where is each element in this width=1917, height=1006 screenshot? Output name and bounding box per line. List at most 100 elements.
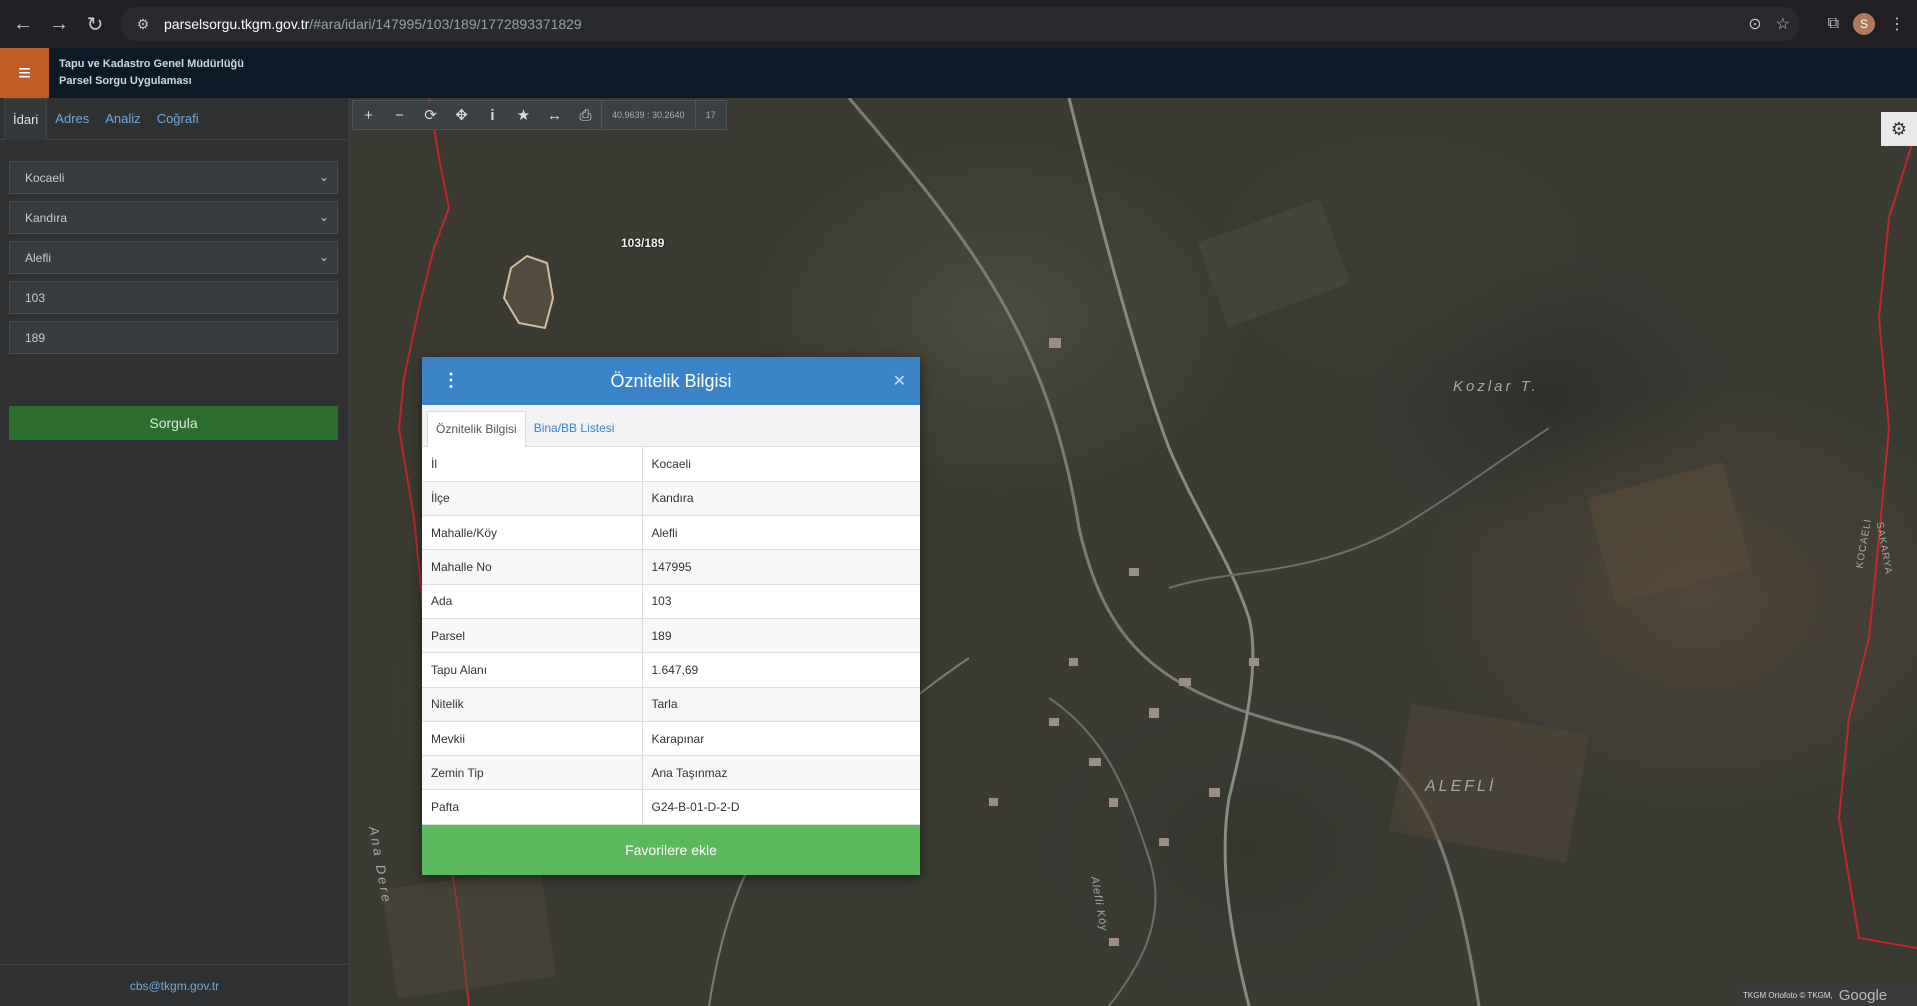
search-tabs: İdari Adres Analiz Coğrafi: [0, 98, 348, 140]
attribute-key: Parsel: [422, 618, 643, 654]
tab-analiz[interactable]: Analiz: [97, 98, 148, 140]
tab-adres[interactable]: Adres: [47, 98, 97, 140]
tab-bina-bb-listesi[interactable]: Bina/BB Listesi: [526, 411, 623, 447]
il-select[interactable]: Kocaeli ⌄: [9, 161, 338, 194]
contact-email-link[interactable]: cbs@tkgm.gov.tr: [0, 964, 349, 1006]
extensions-icon[interactable]: ⧉: [1828, 15, 1839, 33]
table-row: Tapu Alanı 1.647,69: [422, 652, 920, 688]
org-name: Tapu ve Kadastro Genel Müdürlüğü: [59, 58, 244, 70]
table-row: Pafta G24-B-01-D-2-D: [422, 789, 920, 825]
table-row: İlçe Kandıra: [422, 481, 920, 517]
print-icon[interactable]: ⎙: [570, 101, 601, 129]
mahalle-select-value: Alefli: [25, 250, 52, 265]
browser-menu-icon[interactable]: ⋮: [1889, 14, 1905, 34]
parsel-input-value: 189: [25, 330, 46, 345]
ada-input[interactable]: 103: [9, 281, 338, 314]
attribute-key: Pafta: [422, 789, 643, 825]
attribute-value: Kandıra: [642, 481, 920, 517]
parcel-polygon[interactable]: [502, 254, 555, 330]
tab-cografi[interactable]: Coğrafi: [149, 98, 207, 140]
attribute-key: İl: [422, 447, 643, 482]
ilce-select-value: Kandıra: [25, 210, 68, 225]
dialog-title: Öznitelik Bilgisi: [610, 370, 732, 391]
gear-icon[interactable]: ⚙: [1881, 112, 1917, 146]
place-label: ALEFLİ: [1425, 778, 1497, 795]
attribute-value: 147995: [642, 549, 920, 585]
attribute-key: Ada: [422, 584, 643, 619]
forward-icon[interactable]: →: [42, 7, 76, 41]
field-patch: [1197, 198, 1351, 328]
bookmark-star-icon[interactable]: ☆: [1776, 14, 1790, 34]
place-label: Kozlar T.: [1453, 378, 1539, 395]
attribute-value: Karapınar: [642, 721, 920, 757]
attribute-value: 1.647,69: [642, 652, 920, 688]
attribute-value: Ana Taşınmaz: [642, 755, 920, 791]
attribute-value: 103: [642, 584, 920, 619]
plus-icon[interactable]: +: [353, 101, 384, 129]
field-patch: [1587, 461, 1751, 605]
attribute-value: 189: [642, 618, 920, 654]
mahalle-select[interactable]: Alefli ⌄: [9, 241, 338, 274]
attribute-key: Zemin Tip: [422, 755, 643, 791]
attribution-text: TKGM Ortofoto © TKGM,: [1743, 990, 1833, 1000]
attribute-key: Mevkii: [422, 721, 643, 757]
reload-icon[interactable]: ↻: [78, 7, 112, 41]
attribute-value: Alefli: [642, 515, 920, 551]
chevron-down-icon: ⌄: [318, 250, 329, 264]
attribute-value: Tarla: [642, 687, 920, 722]
table-row: Nitelik Tarla: [422, 687, 920, 722]
parcel-label: 103/189: [621, 236, 665, 250]
map-road: [847, 98, 1481, 1006]
tab-idari[interactable]: İdari: [4, 98, 48, 140]
refresh-icon[interactable]: ⟳: [415, 101, 446, 129]
attribute-table: İl Kocaeli İlçe Kandıra Mahalle/Köy Alefli Mah…: [422, 447, 920, 825]
attribute-value: Kocaeli: [642, 447, 920, 482]
search-sidebar: İdari Adres Analiz Coğrafi Kocaeli ⌄ Kan…: [0, 98, 349, 1006]
chevron-down-icon: ⌄: [318, 210, 329, 224]
crosshair-icon[interactable]: ✥: [446, 101, 477, 129]
table-row: Mahalle No 147995: [422, 549, 920, 585]
field-patch: [382, 867, 556, 999]
star-icon[interactable]: ★: [508, 101, 539, 129]
add-to-favorites-button[interactable]: Favorilere ekle: [422, 824, 920, 875]
address-bar[interactable]: ⚙ parselsorgu.tkgm.gov.tr/#ara/idari/147…: [120, 7, 1800, 41]
table-row: Parsel 189: [422, 618, 920, 654]
url-text[interactable]: parselsorgu.tkgm.gov.tr/#ara/idari/14799…: [164, 16, 582, 32]
profile-avatar[interactable]: S: [1853, 13, 1875, 35]
measure-icon[interactable]: ↔: [539, 101, 570, 129]
attribute-key: İlçe: [422, 481, 643, 517]
attribute-key: Mahalle No: [422, 549, 643, 585]
map-road: [1048, 697, 1157, 1006]
sorgula-button[interactable]: Sorgula: [9, 406, 338, 440]
site-info-icon[interactable]: ⚙: [128, 16, 158, 33]
table-row: Mahalle/Köy Alefli: [422, 515, 920, 551]
table-row: İl Kocaeli: [422, 447, 920, 482]
more-options-icon[interactable]: ⋮: [442, 370, 460, 391]
attribute-info-dialog: ⋮ Öznitelik Bilgisi ✕ Öznitelik Bilgisi …: [422, 357, 920, 875]
app-name: Parsel Sorgu Uygulaması: [59, 75, 192, 87]
il-select-value: Kocaeli: [25, 170, 65, 185]
tab-oznitelik-bilgisi[interactable]: Öznitelik Bilgisi: [427, 411, 526, 447]
map-attribution: TKGM Ortofoto © TKGM, Google: [1739, 984, 1917, 1006]
dialog-tabs: Öznitelik Bilgisi Bina/BB Listesi: [422, 405, 920, 447]
app-header: ≡ Tapu ve Kadastro Genel Müdürlüğü Parse…: [0, 48, 1917, 98]
app-title: Tapu ve Kadastro Genel Müdürlüğü Parsel …: [59, 56, 244, 90]
dialog-header: ⋮ Öznitelik Bilgisi ✕: [422, 357, 920, 405]
ilce-select[interactable]: Kandıra ⌄: [9, 201, 338, 234]
map-toolbar: + − ⟳ ✥ i ★ ↔ ⎙ 40.9639 : 30.2640 17: [352, 100, 727, 130]
chevron-down-icon: ⌄: [318, 170, 329, 184]
zoom-level-readout: 17: [694, 101, 726, 129]
hamburger-menu-icon[interactable]: ≡: [0, 48, 49, 98]
attribute-key: Tapu Alanı: [422, 652, 643, 688]
location-icon[interactable]: ⊙: [1748, 14, 1761, 34]
ada-input-value: 103: [25, 290, 46, 305]
parsel-input[interactable]: 189: [9, 321, 338, 354]
minus-icon[interactable]: −: [384, 101, 415, 129]
back-icon[interactable]: ←: [6, 7, 40, 41]
browser-toolbar: ← → ↻ ⚙ parselsorgu.tkgm.gov.tr/#ara/ida…: [0, 0, 1917, 48]
attribute-key: Nitelik: [422, 687, 643, 722]
attribute-value: G24-B-01-D-2-D: [642, 789, 920, 825]
close-icon[interactable]: ✕: [893, 371, 906, 391]
attribute-key: Mahalle/Köy: [422, 515, 643, 551]
info-icon[interactable]: i: [477, 101, 508, 129]
